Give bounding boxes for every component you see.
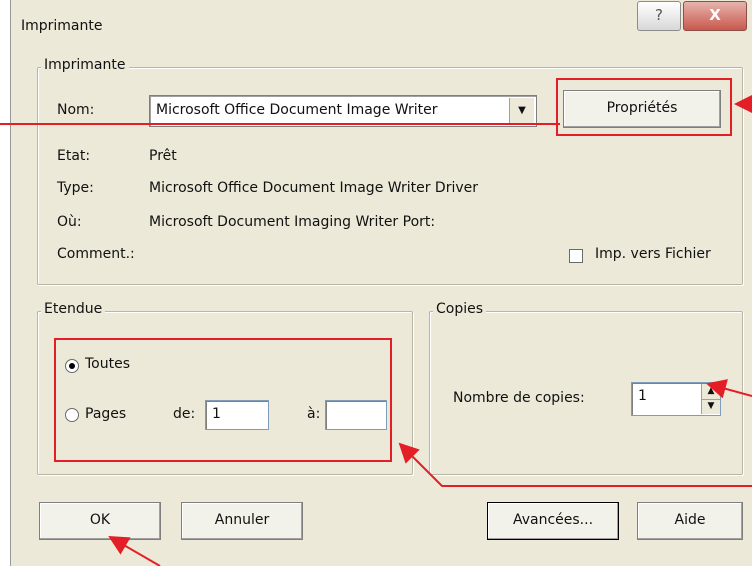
status-label: Etat: [57, 148, 91, 164]
printer-group-legend: Imprimante [41, 57, 129, 73]
print-to-file-label[interactable]: Imp. vers Fichier [595, 246, 711, 262]
printer-select-value: Microsoft Office Document Image Writer [156, 102, 438, 118]
spin-down-icon[interactable]: ▼ [702, 399, 720, 414]
printer-select[interactable]: Microsoft Office Document Image Writer ▼ [149, 95, 537, 127]
chevron-down-icon[interactable]: ▼ [509, 98, 534, 124]
cancel-button[interactable]: Annuler [181, 502, 303, 540]
ok-button[interactable]: OK [39, 502, 161, 540]
help-icon[interactable]: ? [637, 1, 681, 31]
copies-spinner[interactable]: ▲ ▼ [701, 384, 720, 414]
close-icon[interactable]: X [683, 1, 747, 31]
copies-group-legend: Copies [433, 301, 487, 317]
type-value: Microsoft Office Document Image Writer D… [149, 180, 478, 196]
range-group-legend: Etendue [41, 301, 106, 317]
copies-count-label: Nombre de copies: [453, 390, 585, 406]
type-label: Type: [57, 180, 94, 196]
help-button[interactable]: Aide [637, 502, 743, 540]
spin-up-icon[interactable]: ▲ [702, 384, 720, 400]
window-title: Imprimante [21, 18, 103, 34]
annotation-box-properties [556, 78, 732, 136]
comment-label: Comment.: [57, 246, 135, 262]
annotation-box-range [54, 338, 392, 462]
where-label: Où: [57, 214, 82, 230]
printer-name-label: Nom: [57, 102, 95, 118]
where-value: Microsoft Document Imaging Writer Port: [149, 214, 436, 230]
print-to-file-checkbox[interactable] [569, 249, 583, 263]
status-value: Prêt [149, 148, 177, 164]
title-bar: Imprimante ? X [11, 0, 752, 46]
advanced-button[interactable]: Avancées... [487, 502, 619, 540]
